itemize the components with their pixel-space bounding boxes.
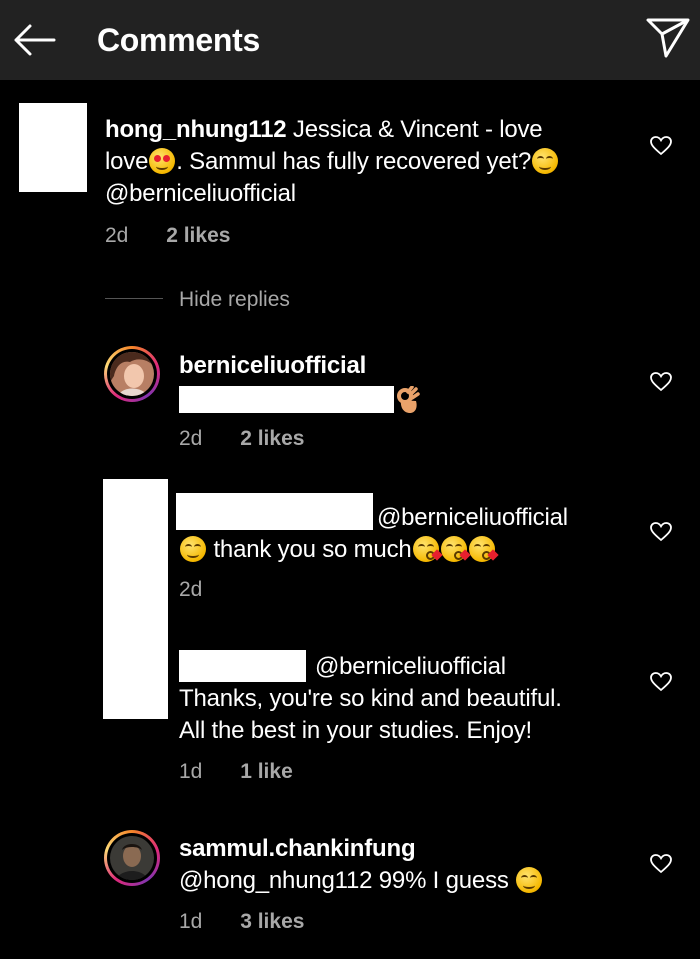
comment-mention[interactable]: @berniceliuofficial: [105, 178, 296, 210]
kissing-emoji-icon: [412, 536, 443, 562]
comment-likes[interactable]: 2 likes: [166, 224, 230, 247]
laughing-emoji-icon: [516, 867, 543, 893]
like-heart-icon[interactable]: [650, 372, 672, 392]
reply-text: @hong_nhung112 99% I guess: [179, 865, 543, 897]
avatar-redacted[interactable]: [103, 479, 168, 719]
send-icon[interactable]: [644, 16, 692, 60]
username-redacted: [176, 493, 373, 530]
hide-replies-button[interactable]: Hide replies: [179, 286, 290, 314]
replies-divider: [105, 298, 163, 299]
reply-text-line2: All the best in your studies. Enjoy!: [179, 717, 532, 744]
avatar-redacted[interactable]: [19, 103, 87, 192]
comment-time: 2d: [105, 224, 129, 247]
reply-username: berniceliuofficial: [179, 352, 367, 379]
reply-text-redacted: [179, 386, 394, 413]
heart-eyes-emoji-icon: [149, 148, 176, 174]
profile-photo-icon: [110, 836, 154, 880]
reply-mention[interactable]: @berniceliuofficial: [315, 651, 506, 683]
avatar[interactable]: [104, 346, 160, 402]
kissing-emoji-icon: [440, 536, 471, 562]
reply-time: 1d: [179, 760, 203, 783]
avatar[interactable]: [104, 830, 160, 886]
reply-likes[interactable]: 2 likes: [240, 427, 304, 450]
top-bar: Comments: [0, 0, 700, 80]
reply-time: 2d: [179, 427, 203, 450]
reply-time: 2d: [179, 578, 203, 601]
reply-text-line1: Thanks, you're so kind and beautiful.: [179, 685, 562, 712]
like-heart-icon[interactable]: [650, 136, 672, 156]
back-arrow-icon[interactable]: [12, 22, 56, 58]
reply-mention[interactable]: @hong_nhung112: [179, 867, 373, 894]
like-heart-icon[interactable]: [650, 522, 672, 542]
smiling-emoji-icon: [180, 536, 206, 562]
reply-likes[interactable]: 1 like: [240, 760, 293, 783]
profile-photo-icon: [110, 352, 154, 396]
reply-meta: 2d 2 likes: [179, 425, 304, 453]
kissing-emoji-icon: [468, 536, 499, 562]
ok-hand-emoji-icon: [397, 386, 420, 413]
reply-time: 1d: [179, 910, 203, 933]
reply-text: thank you so much: [179, 534, 499, 566]
reply-likes[interactable]: 3 likes: [240, 910, 304, 933]
comment-username[interactable]: hong_nhung112: [105, 116, 287, 143]
reply-mention[interactable]: @berniceliuofficial: [377, 502, 568, 534]
reply-meta: 1d 3 likes: [179, 908, 304, 936]
reply-meta: 2d: [179, 576, 202, 604]
comment-meta: 2d 2 likes: [105, 222, 230, 250]
like-heart-icon[interactable]: [650, 854, 672, 874]
reply-username: sammul.chankinfung: [179, 835, 416, 862]
comment-text: hong_nhung112 Jessica & Vincent - love: [105, 116, 543, 143]
reply-meta: 1d 1 like: [179, 758, 293, 786]
smiling-emoji-icon: [532, 148, 559, 174]
page-title: Comments: [97, 22, 260, 58]
like-heart-icon[interactable]: [650, 672, 672, 692]
comment-text-line2: love. Sammul has fully recovered yet?: [105, 146, 559, 178]
username-redacted: [179, 650, 306, 682]
